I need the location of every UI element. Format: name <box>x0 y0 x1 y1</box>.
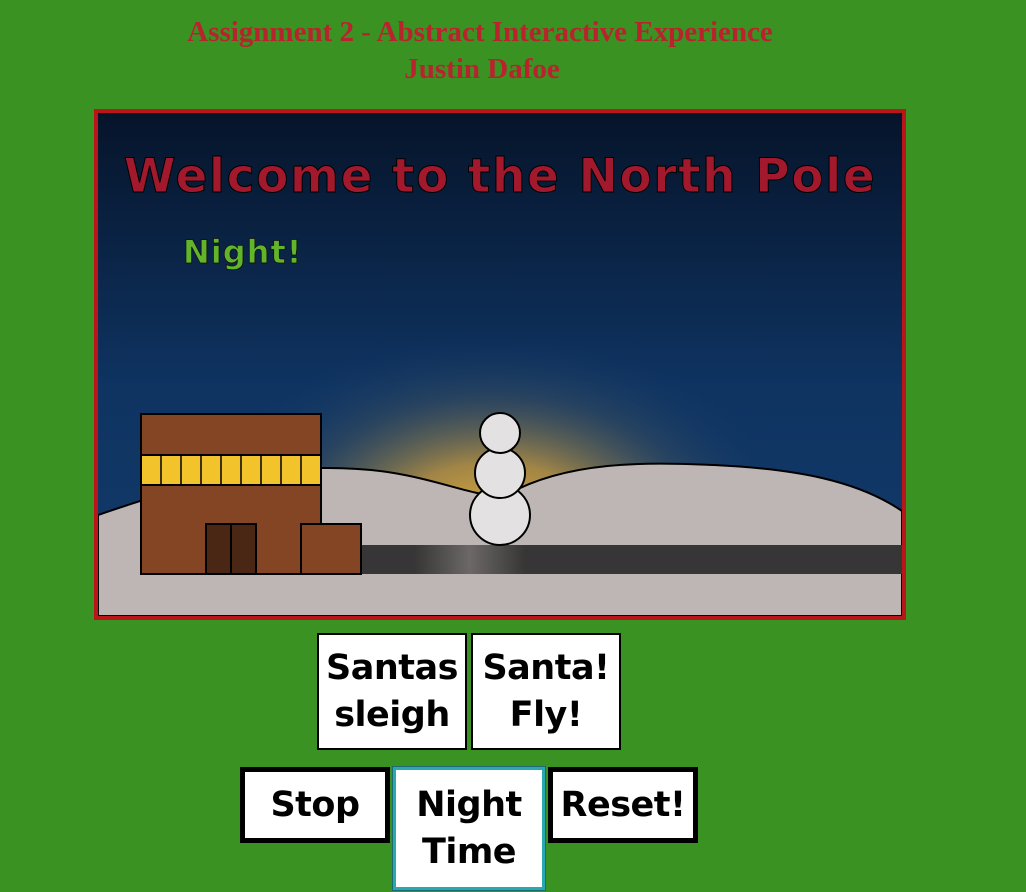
santa-fly-button[interactable]: Santa! Fly! <box>471 633 621 750</box>
north-pole-scene: Welcome to the North Pole Night! <box>98 113 902 616</box>
night-time-button[interactable]: Night Time <box>393 767 545 890</box>
night-time-label-line2: Time <box>421 831 517 872</box>
road <box>348 545 902 574</box>
page-header: Assignment 2 - Abstract Interactive Expe… <box>0 14 960 88</box>
scene-canvas[interactable]: Welcome to the North Pole Night! <box>94 109 906 620</box>
stop-label: Stop <box>270 784 360 825</box>
santa-fly-label-line2: Fly! <box>509 694 583 735</box>
assignment-title: Assignment 2 - Abstract Interactive Expe… <box>187 16 773 48</box>
santa-fly-label-line1: Santa! <box>482 647 610 688</box>
author-name: Justin Dafoe <box>404 53 560 85</box>
mode-label: Night! <box>183 233 302 271</box>
workshop-door-right <box>230 523 257 575</box>
santas-sleigh-button[interactable]: Santas sleigh <box>317 633 467 750</box>
workshop-door-left <box>205 523 232 575</box>
reset-button[interactable]: Reset! <box>548 767 698 843</box>
reset-label: Reset! <box>560 784 686 825</box>
santas-sleigh-label-line2: sleigh <box>334 694 450 735</box>
workshop-annex <box>300 523 362 575</box>
night-time-label-line1: Night <box>416 784 522 825</box>
welcome-title: Welcome to the North Pole <box>124 149 877 204</box>
stop-button[interactable]: Stop <box>240 767 390 843</box>
santas-sleigh-label-line1: Santas <box>326 647 458 688</box>
